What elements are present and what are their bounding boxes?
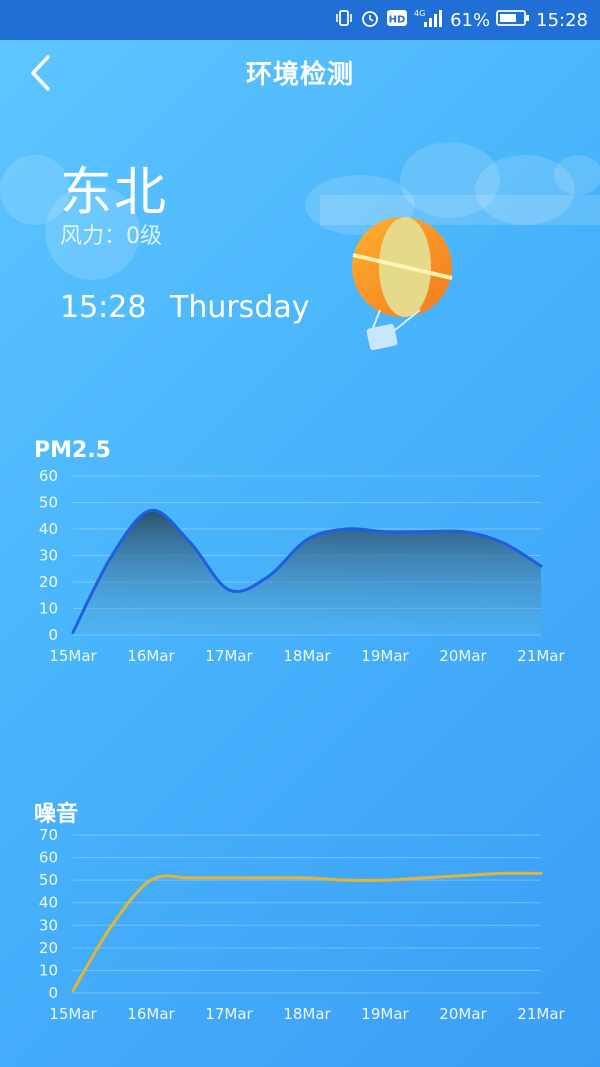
y-tick-label: 30 <box>39 916 58 934</box>
x-tick-label: 17Mar <box>205 1005 253 1023</box>
data-point <box>540 872 542 874</box>
hd-icon: HD <box>386 9 408 32</box>
data-point <box>462 874 464 876</box>
data-point <box>384 530 386 532</box>
y-tick-label: 20 <box>39 573 58 591</box>
x-tick-label: 15Mar <box>49 1005 97 1023</box>
battery-icon <box>496 9 530 32</box>
data-point <box>111 554 113 556</box>
x-tick-label: 18Mar <box>283 1005 331 1023</box>
status-bar: HD 4G 61% 15:28 <box>0 0 600 40</box>
data-point <box>267 576 269 578</box>
data-point <box>267 877 269 879</box>
x-tick-label: 17Mar <box>205 647 253 665</box>
data-point <box>306 538 308 540</box>
x-tick-label: 18Mar <box>283 647 331 665</box>
data-point <box>384 879 386 881</box>
signal-icon: 4G <box>414 8 444 33</box>
weekday: Thursday <box>170 290 310 325</box>
data-point <box>72 631 74 633</box>
data-point <box>423 877 425 879</box>
y-tick-label: 60 <box>39 467 58 485</box>
data-point <box>540 565 542 567</box>
data-point <box>228 589 230 591</box>
data-point <box>501 872 503 874</box>
data-point <box>306 877 308 879</box>
y-tick-label: 50 <box>39 494 58 512</box>
data-point <box>150 509 152 511</box>
y-tick-label: 30 <box>39 547 58 565</box>
data-point <box>345 879 347 881</box>
y-tick-label: 60 <box>39 849 58 867</box>
current-time: 15:28 <box>60 290 147 325</box>
vibrate-icon <box>334 8 354 33</box>
data-point <box>72 990 74 992</box>
page-title: 环境检测 <box>245 60 354 90</box>
alarm-icon <box>360 8 380 33</box>
battery-percent: 61% <box>450 9 491 31</box>
header: 环境检测 <box>0 40 600 106</box>
x-tick-label: 21Mar <box>517 647 565 665</box>
noise-line <box>71 871 543 993</box>
y-tick-label: 0 <box>48 984 58 1002</box>
hot-air-balloon-icon <box>352 217 453 351</box>
y-tick-label: 10 <box>39 600 58 618</box>
x-tick-label: 15Mar <box>49 647 97 665</box>
data-point <box>345 528 347 530</box>
y-tick-label: 40 <box>39 520 58 538</box>
x-tick-label: 19Mar <box>361 1005 409 1023</box>
data-point <box>189 877 191 879</box>
x-tick-label: 16Mar <box>127 647 175 665</box>
noise-chart: 0 10 20 30 40 50 60 70 15Mar 16Mar 17Mar 18Mar 19Mar… <box>39 826 566 1023</box>
data-point <box>462 530 464 532</box>
x-tick-label: 16Mar <box>127 1005 175 1023</box>
wind-direction: 东北 <box>60 163 169 223</box>
y-tick-label: 10 <box>39 961 58 979</box>
data-point <box>189 541 191 543</box>
data-point <box>501 541 503 543</box>
x-tick-label: 20Mar <box>439 647 487 665</box>
status-icons: HD 4G 61% 15:28 <box>334 8 588 32</box>
status-time: 15:28 <box>536 9 588 31</box>
network-label: 4G <box>414 9 425 18</box>
pm25-chart: 0 10 20 30 40 50 60 15Mar 16Mar 17Mar 18Mar 19Mar 20… <box>39 467 566 665</box>
data-point <box>111 924 113 926</box>
data-point <box>150 879 152 881</box>
y-tick-label: 20 <box>39 939 58 957</box>
data-point <box>423 530 425 532</box>
wind-power: 风力：0级 <box>60 224 162 249</box>
x-tick-label: 21Mar <box>517 1005 565 1023</box>
y-tick-label: 70 <box>39 826 58 844</box>
data-point <box>228 877 230 879</box>
hd-label: HD <box>389 14 406 25</box>
x-tick-label: 20Mar <box>439 1005 487 1023</box>
y-tick-label: 40 <box>39 894 58 912</box>
x-tick-label: 19Mar <box>361 647 409 665</box>
y-tick-label: 0 <box>48 626 58 644</box>
y-tick-label: 50 <box>39 871 58 889</box>
